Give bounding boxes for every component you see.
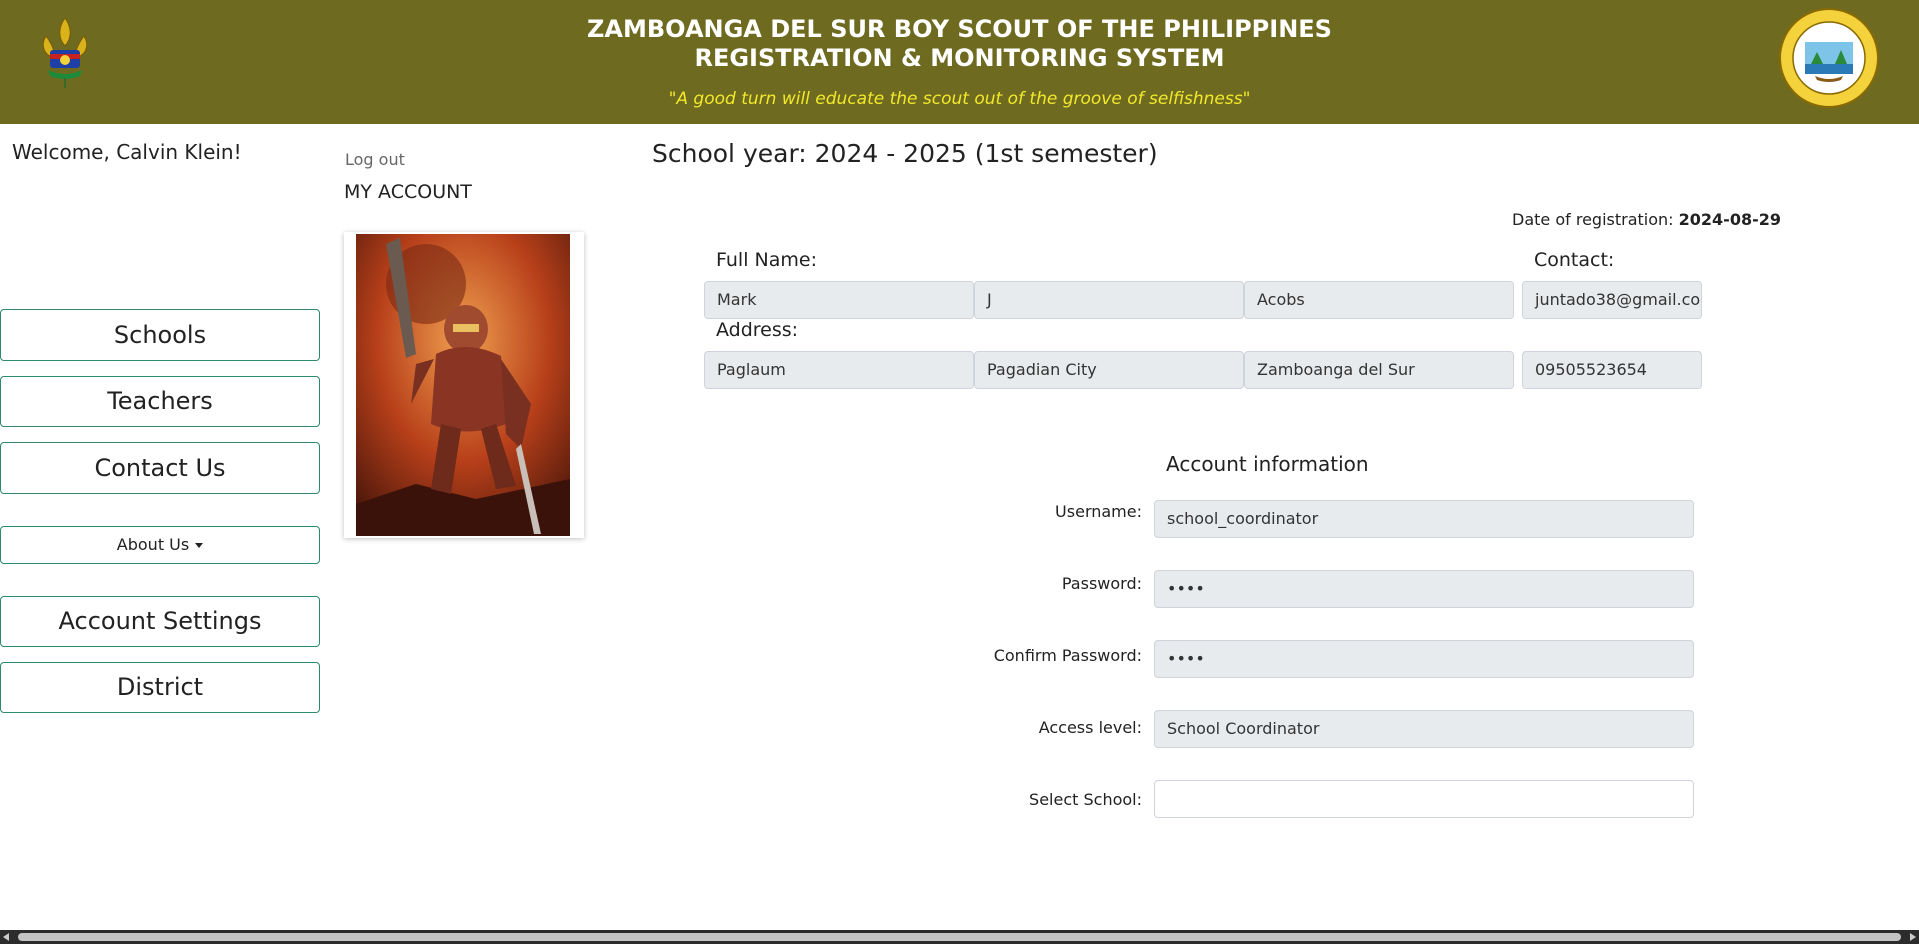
nav-schools-button[interactable]: Schools bbox=[0, 309, 320, 361]
password-field[interactable]: •••• bbox=[1154, 570, 1694, 608]
province-field[interactable]: Zamboanga del Sur bbox=[1244, 351, 1514, 389]
access-level-label: Access level: bbox=[1038, 718, 1142, 737]
account-information-heading: Account information bbox=[1166, 452, 1369, 476]
scroll-left-arrow-icon[interactable] bbox=[3, 933, 9, 941]
registration-date-label: Date of registration: bbox=[1512, 210, 1674, 229]
caret-down-icon bbox=[195, 543, 204, 548]
header-banner: ZAMBOANGA DEL SUR BOY SCOUT OF THE PHILI… bbox=[0, 0, 1919, 124]
select-school-label: Select School: bbox=[1029, 790, 1142, 809]
profile-photo[interactable] bbox=[356, 234, 570, 536]
first-name-field[interactable]: Mark bbox=[704, 281, 974, 319]
username-field[interactable]: school_coordinator bbox=[1154, 500, 1694, 538]
username-label: Username: bbox=[1055, 502, 1142, 521]
middle-name-field[interactable]: J bbox=[974, 281, 1244, 319]
barangay-field[interactable]: Paglaum bbox=[704, 351, 974, 389]
nav-district-button[interactable]: District bbox=[0, 662, 320, 713]
full-name-label: Full Name: bbox=[716, 249, 817, 271]
registration-date-value: 2024-08-29 bbox=[1678, 210, 1781, 229]
my-account-heading: MY ACCOUNT bbox=[344, 181, 472, 203]
nav-account-settings-button[interactable]: Account Settings bbox=[0, 596, 320, 647]
city-field[interactable]: Pagadian City bbox=[974, 351, 1244, 389]
contact-label: Contact: bbox=[1534, 249, 1615, 271]
confirm-password-label: Confirm Password: bbox=[993, 646, 1142, 665]
registration-date: Date of registration: 2024-08-29 bbox=[1512, 210, 1781, 229]
province-seal-icon bbox=[1775, 8, 1883, 108]
header-title-line2: REGISTRATION & MONITORING SYSTEM bbox=[694, 44, 1225, 72]
scrollbar-thumb[interactable] bbox=[18, 933, 1901, 941]
phone-field[interactable]: 09505523654 bbox=[1522, 351, 1702, 389]
email-field[interactable]: juntado38@gmail.com bbox=[1522, 281, 1702, 319]
select-school-field[interactable] bbox=[1154, 780, 1694, 818]
nav-about-us-dropdown[interactable]: About Us bbox=[0, 526, 320, 564]
address-label: Address: bbox=[716, 319, 799, 341]
welcome-message: Welcome, Calvin Klein! bbox=[12, 140, 242, 164]
nav-teachers-button[interactable]: Teachers bbox=[0, 376, 320, 427]
school-year-heading: School year: 2024 - 2025 (1st semester) bbox=[652, 139, 1158, 168]
access-level-field[interactable]: School Coordinator bbox=[1154, 710, 1694, 748]
last-name-field[interactable]: Acobs bbox=[1244, 281, 1514, 319]
logout-link[interactable]: Log out bbox=[345, 150, 405, 169]
horizontal-scrollbar[interactable] bbox=[0, 930, 1919, 944]
confirm-password-field[interactable]: •••• bbox=[1154, 640, 1694, 678]
header-quote: "A good turn will educate the scout out … bbox=[668, 89, 1251, 109]
password-label: Password: bbox=[1061, 574, 1142, 593]
header-title-line1: ZAMBOANGA DEL SUR BOY SCOUT OF THE PHILI… bbox=[587, 15, 1332, 43]
about-us-label: About Us bbox=[116, 535, 190, 554]
scroll-right-arrow-icon[interactable] bbox=[1910, 933, 1916, 941]
profile-photo-frame bbox=[344, 232, 584, 538]
nav-contact-us-button[interactable]: Contact Us bbox=[0, 442, 320, 494]
